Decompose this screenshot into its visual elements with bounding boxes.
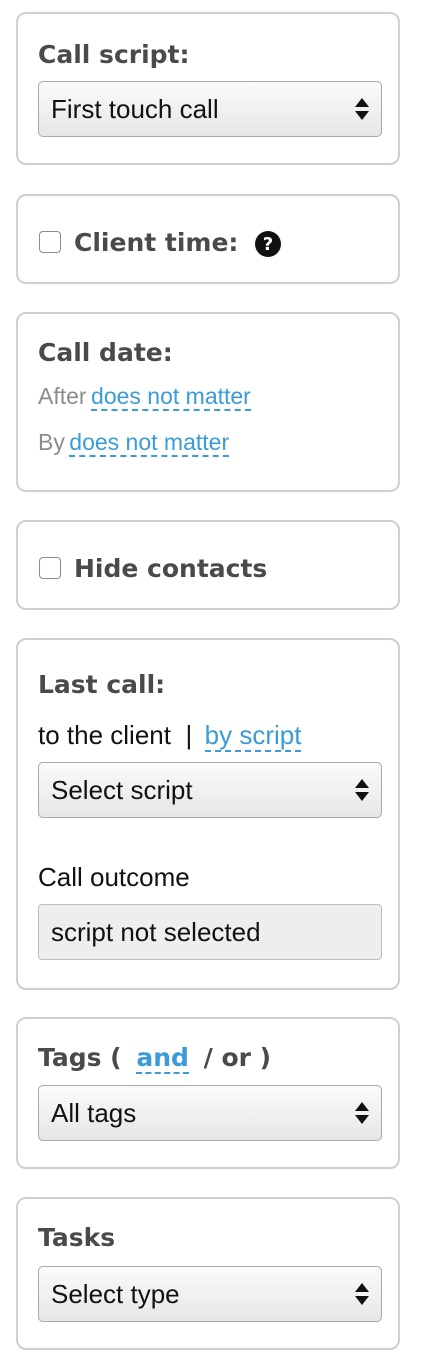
by-date-link[interactable]: does not matter — [69, 429, 230, 457]
select-arrows-icon — [355, 98, 369, 120]
hide-contacts-label[interactable]: Hide contacts — [74, 554, 267, 584]
tasks-panel: Tasks Select type — [16, 1197, 400, 1350]
tags-title-prefix: Tags ( — [38, 1043, 122, 1072]
last-call-panel: Last call: to the client | by script Sel… — [16, 638, 400, 990]
tags-panel: Tags ( and / or ) All tags — [16, 1017, 400, 1169]
by-label: By — [38, 429, 65, 455]
call-outcome-value: script not selected — [51, 917, 261, 947]
last-call-title: Last call: — [38, 670, 166, 699]
call-script-select-value: First touch call — [51, 94, 219, 124]
last-call-mode-row: to the client | by script — [38, 720, 302, 752]
client-time-panel: Client time: ? — [16, 194, 400, 284]
tags-and-link[interactable]: and — [136, 1043, 189, 1074]
call-date-by-row: By does not matter — [38, 429, 230, 457]
select-arrows-icon — [355, 779, 369, 801]
last-call-script-select-value: Select script — [51, 775, 193, 805]
client-time-checkbox[interactable] — [39, 231, 61, 253]
hide-contacts-panel: Hide contacts — [16, 520, 400, 610]
by-script-link[interactable]: by script — [204, 720, 302, 752]
select-arrows-icon — [355, 1283, 369, 1305]
tasks-select[interactable]: Select type — [38, 1266, 382, 1322]
to-client-option[interactable]: to the client — [38, 720, 171, 750]
call-date-panel: Call date: After does not matter By does… — [16, 312, 400, 492]
after-label: After — [38, 383, 87, 409]
tags-select-value: All tags — [51, 1098, 137, 1128]
select-arrows-icon — [355, 1102, 369, 1124]
call-date-title: Call date: — [38, 338, 173, 367]
tags-or-label[interactable]: / or ) — [204, 1043, 271, 1072]
call-outcome-label: Call outcome — [38, 862, 190, 892]
mode-separator: | — [185, 720, 193, 750]
question-circle-icon[interactable]: ? — [254, 230, 282, 258]
call-script-title: Call script: — [38, 40, 190, 69]
call-script-panel: Call script: First touch call — [16, 12, 400, 165]
call-script-select[interactable]: First touch call — [38, 81, 382, 137]
svg-text:?: ? — [263, 234, 273, 255]
tags-select[interactable]: All tags — [38, 1085, 382, 1141]
tasks-title: Tasks — [38, 1223, 116, 1252]
client-time-label[interactable]: Client time: — [74, 228, 238, 258]
tasks-select-value: Select type — [51, 1279, 180, 1309]
call-date-after-row: After does not matter — [38, 383, 251, 411]
hide-contacts-checkbox[interactable] — [39, 557, 61, 579]
last-call-script-select[interactable]: Select script — [38, 762, 382, 818]
tags-title: Tags ( and / or ) — [38, 1043, 271, 1074]
call-outcome-field: script not selected — [38, 904, 382, 960]
after-date-link[interactable]: does not matter — [91, 383, 251, 411]
